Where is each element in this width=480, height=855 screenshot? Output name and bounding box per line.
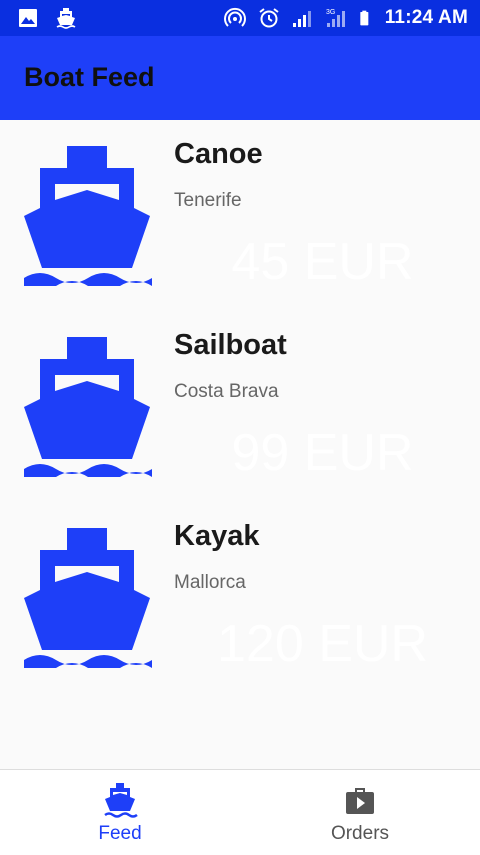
boat-price: 120 EUR [217,615,428,673]
status-time: 11:24 AM [384,7,468,28]
boat-location: Tenerife [174,190,242,211]
boat-location: Costa Brava [174,381,279,402]
signal-icon [292,11,311,27]
3g-signal-icon: 3G [326,9,345,27]
bottom-nav: Feed Orders [0,769,480,855]
boat-name: Kayak [174,520,260,552]
tab-orders[interactable]: Orders [240,770,480,855]
image-icon [19,9,37,27]
boat-feed-list: Canoe Tenerife 45 EUR Sailboat Costa Bra… [0,120,480,693]
app-bar: Boat Feed [0,36,480,120]
svg-text:3G: 3G [326,9,335,16]
list-item[interactable]: Canoe Tenerife 45 EUR [0,120,480,311]
hotspot-icon [223,7,246,27]
boat-name: Canoe [174,138,263,170]
tab-label: Feed [98,823,142,844]
boat-icon [56,8,76,29]
boat-price: 45 EUR [231,233,414,291]
boat-icon [24,146,152,286]
boat-icon [104,783,138,818]
list-item[interactable]: Kayak Mallorca 120 EUR [0,502,480,693]
briefcase-play-icon [346,788,374,814]
battery-icon [360,10,369,26]
boat-icon [24,337,152,477]
boat-icon [24,528,152,668]
tab-label: Orders [330,823,390,844]
page-title: Boat Feed [24,62,155,92]
boat-name: Sailboat [174,329,287,361]
list-item[interactable]: Sailboat Costa Brava 99 EUR [0,311,480,502]
boat-price: 99 EUR [231,424,414,482]
tab-feed[interactable]: Feed [0,770,240,855]
boat-location: Mallorca [174,572,246,593]
status-bar: 3G 11:24 AM [0,0,480,36]
alarm-icon [259,8,279,28]
